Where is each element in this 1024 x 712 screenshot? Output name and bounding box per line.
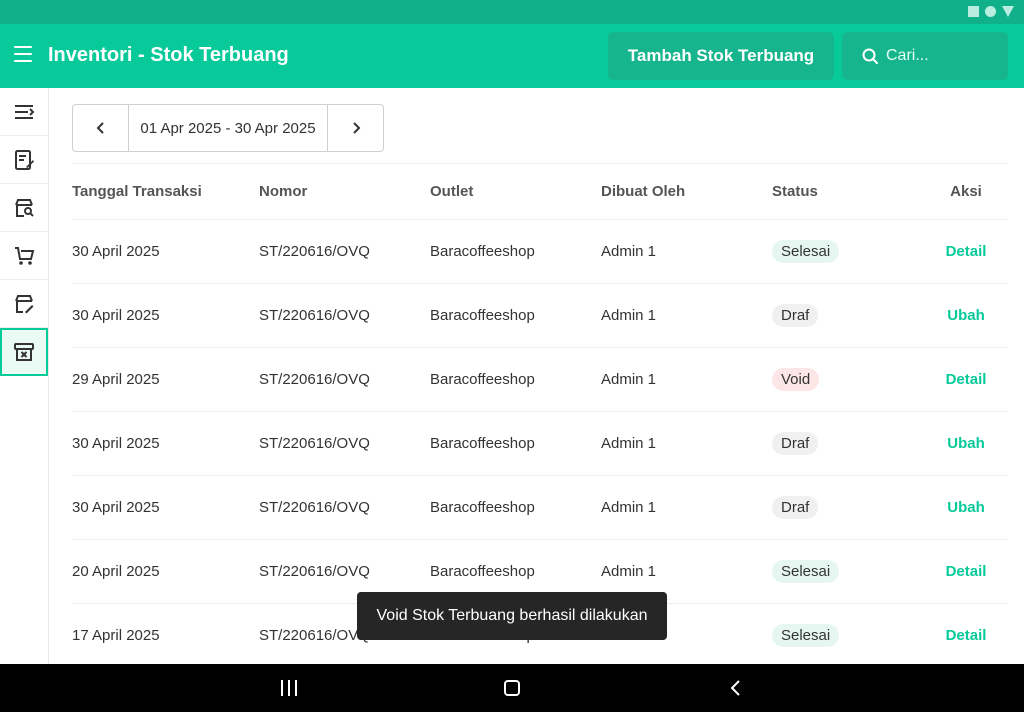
detail-link[interactable]: Detail xyxy=(934,371,987,388)
sidebar-item-stock-opname[interactable] xyxy=(0,184,48,232)
cell-outlet: Baracoffeeshop xyxy=(430,243,535,260)
cell-outlet: Baracoffeeshop xyxy=(430,307,535,324)
status-badge: Selesai xyxy=(772,560,840,583)
cell-created-by: Admin 1 xyxy=(601,307,657,324)
app-bar: Inventori - Stok Terbuang Tambah Stok Te… xyxy=(0,24,1024,88)
cell-date: 20 April 2025 xyxy=(72,563,160,580)
cell-number: ST/220616/OVQ xyxy=(259,371,370,388)
chevron-right-icon xyxy=(352,122,360,134)
document-edit-icon xyxy=(15,149,34,170)
detail-link[interactable]: Detail xyxy=(934,563,987,580)
table-header: Tanggal Transaksi Nomor Outlet Dibuat Ol… xyxy=(72,163,1008,220)
edit-link[interactable]: Ubah xyxy=(935,435,985,452)
detail-link[interactable]: Detail xyxy=(934,243,987,260)
header-outlet: Outlet xyxy=(430,183,474,200)
previous-period-button[interactable] xyxy=(73,105,129,151)
cell-date: 30 April 2025 xyxy=(72,243,160,260)
sidebar-item-collapse[interactable] xyxy=(0,88,48,136)
sidebar-item-transfer[interactable] xyxy=(0,280,48,328)
search-icon xyxy=(862,48,878,64)
store-search-icon xyxy=(15,198,34,217)
status-bar xyxy=(0,0,1024,24)
cell-created-by: Admin 1 xyxy=(601,563,657,580)
edit-link[interactable]: Ubah xyxy=(935,499,985,516)
store-edit-icon xyxy=(15,294,34,313)
cell-number: ST/220616/OVQ xyxy=(259,435,370,452)
date-range-label[interactable]: 01 Apr 2025 - 30 Apr 2025 xyxy=(129,105,327,151)
sidebar-item-stock-adjustment[interactable] xyxy=(0,136,48,184)
date-range-filter: 01 Apr 2025 - 30 Apr 2025 xyxy=(72,104,384,152)
cell-date: 30 April 2025 xyxy=(72,435,160,452)
system-navigation-bar xyxy=(0,664,1024,712)
menu-icon[interactable] xyxy=(14,46,34,66)
cell-created-by: Admin 1 xyxy=(601,243,657,260)
header-number: Nomor xyxy=(259,183,308,200)
chevron-left-icon xyxy=(96,122,104,134)
add-waste-stock-button[interactable]: Tambah Stok Terbuang xyxy=(608,32,834,80)
status-circle-icon xyxy=(985,6,996,17)
table-row: 30 April 2025 ST/220616/OVQ Baracoffeesh… xyxy=(72,284,1008,348)
recent-apps-icon[interactable] xyxy=(281,680,297,696)
cell-outlet: Baracoffeeshop xyxy=(430,371,535,388)
cell-number: ST/220616/OVQ xyxy=(259,243,370,260)
cell-created-by: Admin 1 xyxy=(601,435,657,452)
status-badge: Draf xyxy=(772,496,819,519)
header-date: Tanggal Transaksi xyxy=(72,183,202,200)
page-title: Inventori - Stok Terbuang xyxy=(48,44,289,66)
table-row: 30 April 2025 ST/220616/OVQ Baracoffeesh… xyxy=(72,412,1008,476)
status-square-icon xyxy=(968,6,979,17)
table-row: 30 April 2025 ST/220616/OVQ Baracoffeesh… xyxy=(72,220,1008,284)
status-icons xyxy=(968,6,1014,17)
cell-outlet: Baracoffeeshop xyxy=(430,435,535,452)
status-badge: Draf xyxy=(772,304,819,327)
cell-date: 17 April 2025 xyxy=(72,627,160,644)
sidebar-item-waste-stock[interactable] xyxy=(0,328,48,376)
header-status: Status xyxy=(772,183,818,200)
sidebar-item-purchase[interactable] xyxy=(0,232,48,280)
cell-created-by: Admin 1 xyxy=(601,371,657,388)
cell-created-by: Admin 1 xyxy=(601,499,657,516)
cell-number: ST/220616/OVQ xyxy=(259,307,370,324)
back-icon[interactable] xyxy=(728,680,744,696)
header-action: Aksi xyxy=(950,183,982,200)
status-triangle-icon xyxy=(1002,6,1014,17)
detail-link[interactable]: Detail xyxy=(934,627,987,644)
cell-outlet: Baracoffeeshop xyxy=(430,563,535,580)
cart-icon xyxy=(15,246,35,265)
search-input[interactable] xyxy=(886,44,996,68)
status-badge: Void xyxy=(772,368,820,391)
cell-date: 30 April 2025 xyxy=(72,307,160,324)
cell-number: ST/220616/OVQ xyxy=(259,499,370,516)
cell-date: 29 April 2025 xyxy=(72,371,160,388)
cell-outlet: Baracoffeeshop xyxy=(430,499,535,516)
cell-number: ST/220616/OVQ xyxy=(259,563,370,580)
home-icon[interactable] xyxy=(504,680,520,696)
table-row: 29 April 2025 ST/220616/OVQ Baracoffeesh… xyxy=(72,348,1008,412)
search-box[interactable] xyxy=(842,32,1008,80)
table-row: 30 April 2025 ST/220616/OVQ Baracoffeesh… xyxy=(72,476,1008,540)
archive-x-icon xyxy=(14,343,34,361)
edit-link[interactable]: Ubah xyxy=(935,307,985,324)
next-period-button[interactable] xyxy=(327,105,383,151)
sidebar xyxy=(0,88,49,664)
cell-date: 30 April 2025 xyxy=(72,499,160,516)
list-collapse-icon xyxy=(15,104,35,119)
header-created-by: Dibuat Oleh xyxy=(601,183,686,200)
status-badge: Draf xyxy=(772,432,819,455)
status-badge: Selesai xyxy=(772,240,840,263)
toast-message: Void Stok Terbuang berhasil dilakukan xyxy=(357,592,667,640)
status-badge: Selesai xyxy=(772,624,840,647)
